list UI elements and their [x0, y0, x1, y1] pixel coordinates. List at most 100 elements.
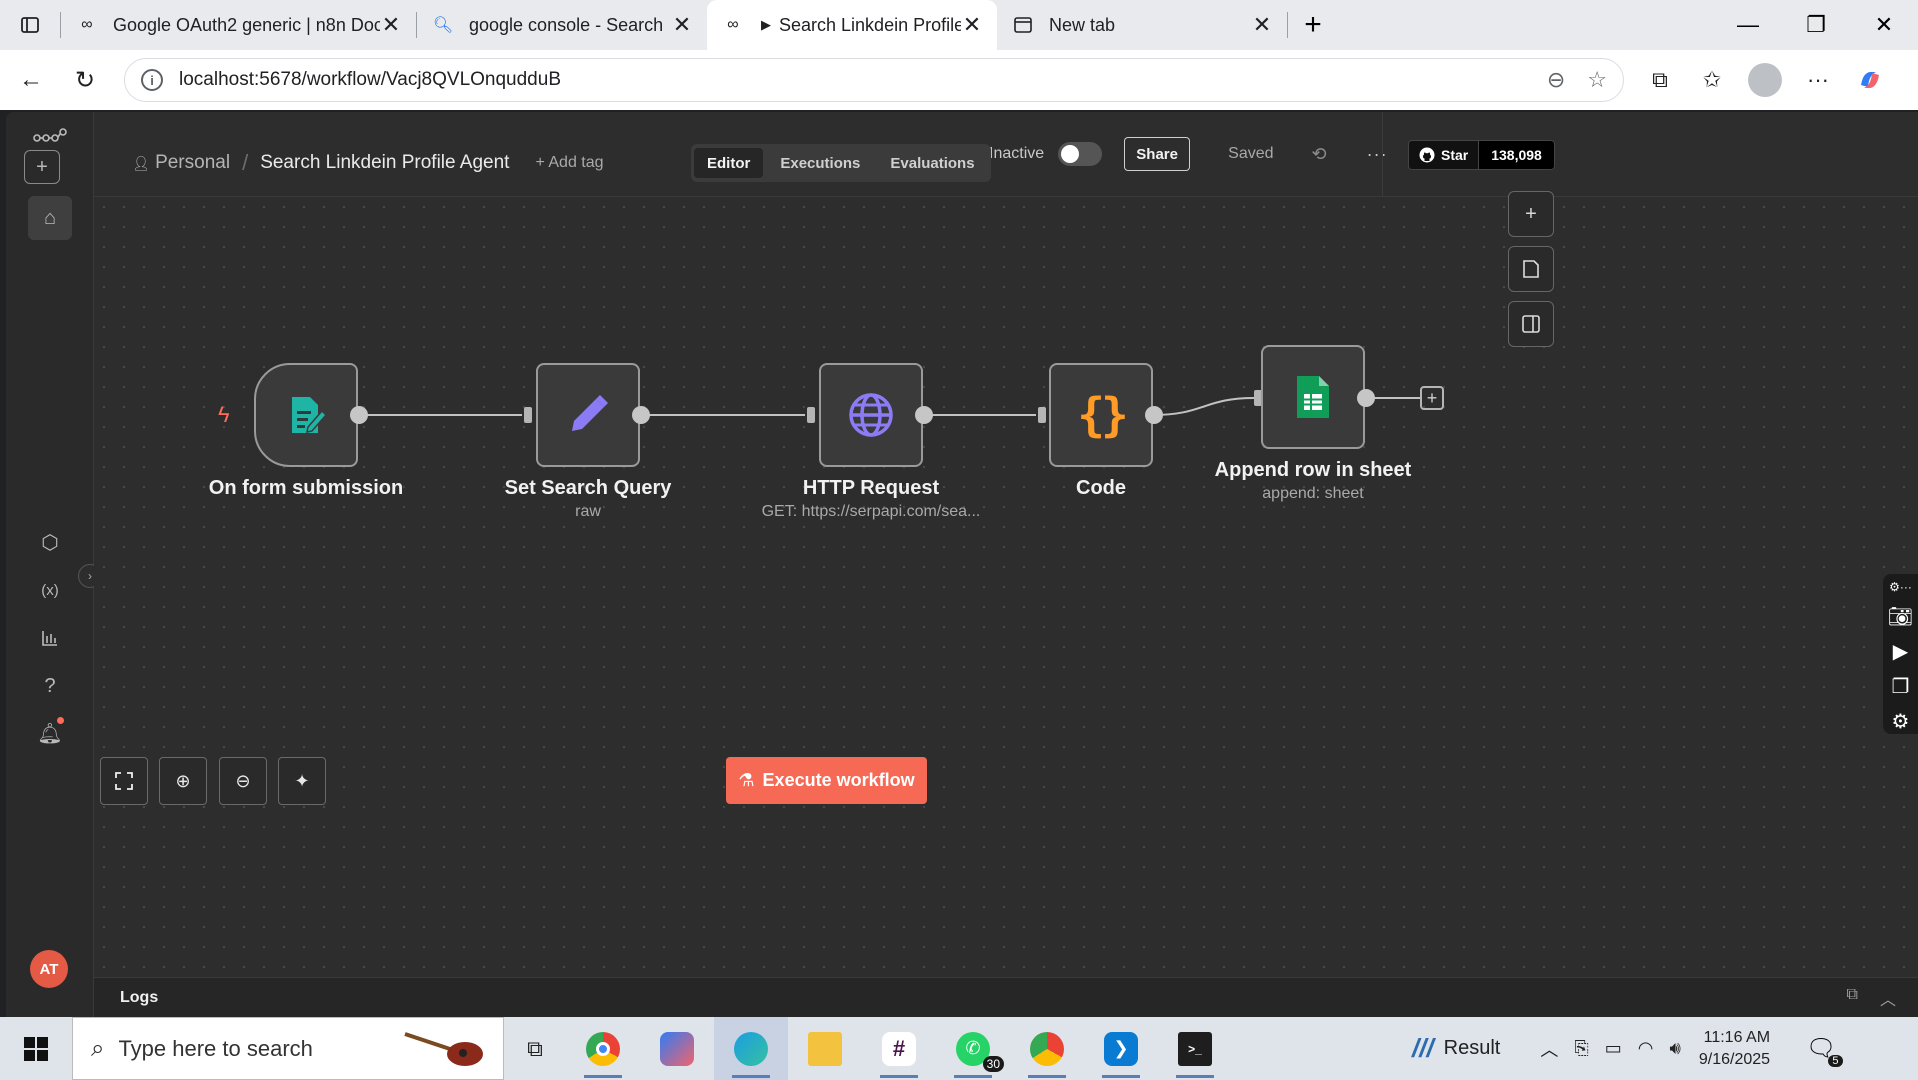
workflow-name[interactable]: Search Linkdein Profile Agent: [260, 152, 509, 174]
node-on-form-submission[interactable]: [254, 363, 358, 467]
sticky-note-button[interactable]: [1508, 246, 1554, 292]
input-handle[interactable]: [524, 407, 532, 423]
device-icon[interactable]: ⎘: [1574, 1038, 1588, 1059]
help-icon[interactable]: ?: [28, 664, 72, 708]
result-widget[interactable]: /// Result: [1412, 1033, 1500, 1064]
file-explorer-icon[interactable]: [788, 1017, 862, 1080]
close-window-icon[interactable]: ✕: [1850, 0, 1918, 50]
volume-icon[interactable]: 🔊︎: [1670, 1038, 1681, 1059]
output-handle[interactable]: [1357, 389, 1375, 407]
chevron-up-icon[interactable]: ︿: [1540, 1036, 1558, 1062]
history-icon[interactable]: ⟲: [1312, 144, 1327, 165]
video-icon[interactable]: ▶: [1893, 639, 1908, 664]
back-icon[interactable]: ←: [8, 66, 54, 94]
settings-more-icon[interactable]: ···: [1792, 67, 1844, 93]
restore-icon[interactable]: ❐: [1782, 0, 1850, 50]
more-icon[interactable]: ⚙···: [1889, 580, 1912, 594]
site-info-icon[interactable]: i: [141, 69, 163, 91]
project-link[interactable]: 👤︎ Personal: [132, 152, 230, 174]
system-clock[interactable]: 11:16 AM 9/16/2025: [1699, 1027, 1770, 1071]
github-star-button[interactable]: Star 138,098: [1408, 140, 1555, 170]
workflow-canvas[interactable]: ϟ On form submission Set Search Query ra…: [94, 191, 1918, 977]
whatsapp-app-icon[interactable]: ✆ 30: [936, 1017, 1010, 1080]
more-options-button[interactable]: ···: [1367, 144, 1388, 165]
tab-editor[interactable]: Editor: [694, 148, 764, 178]
settings-gear-icon[interactable]: ⚙: [1892, 709, 1910, 734]
copilot-icon[interactable]: [1844, 67, 1896, 93]
browser-tab-search[interactable]: 🔍︎ google console - Search ✕: [417, 0, 707, 50]
windows-icon[interactable]: ❐: [1892, 674, 1910, 699]
output-handle[interactable]: [632, 406, 650, 424]
tab-executions[interactable]: Executions: [767, 148, 873, 178]
browser-tab-workflow[interactable]: ∞ ▶ Search Linkdein Profile Agent - ✕: [707, 0, 997, 50]
window-controls: — ❐ ✕: [1714, 0, 1918, 50]
chrome-app-icon[interactable]: [566, 1017, 640, 1080]
share-button[interactable]: Share: [1124, 137, 1191, 171]
zoom-out-button[interactable]: ⊖: [219, 757, 267, 805]
zoom-out-icon[interactable]: ⊖: [1547, 67, 1565, 93]
input-handle[interactable]: [1038, 407, 1046, 423]
output-handle[interactable]: [350, 406, 368, 424]
fit-view-button[interactable]: [100, 757, 148, 805]
chrome-profile-app-icon[interactable]: [1010, 1017, 1084, 1080]
battery-icon[interactable]: ▭: [1605, 1038, 1622, 1059]
toggle-panel-button[interactable]: [1508, 301, 1554, 347]
notifications-bell-icon[interactable]: 🔔︎: [28, 711, 72, 755]
new-tab-button[interactable]: +: [1288, 0, 1338, 50]
chevron-up-icon[interactable]: ︿: [1880, 986, 1896, 1010]
add-next-node-button[interactable]: +: [1420, 386, 1444, 410]
github-star-count: 138,098: [1478, 141, 1554, 169]
active-toggle[interactable]: [1058, 142, 1103, 166]
taskbar-search-input[interactable]: ⌕ Type here to search: [72, 1017, 504, 1080]
close-tab-icon[interactable]: ✕: [380, 12, 402, 38]
reload-icon[interactable]: ↻: [62, 66, 108, 95]
insights-icon[interactable]: [28, 616, 72, 660]
close-tab-icon[interactable]: ✕: [1251, 12, 1273, 38]
node-code[interactable]: {}: [1049, 363, 1153, 467]
vscode-app-icon[interactable]: ❯: [1084, 1017, 1158, 1080]
copilot-app-icon[interactable]: [640, 1017, 714, 1080]
windows-start-icon[interactable]: [0, 1036, 72, 1061]
edge-app-icon[interactable]: [714, 1017, 788, 1080]
url-input[interactable]: i localhost:5678/workflow/Vacj8QVLOnqudd…: [124, 58, 1624, 102]
browser-tab-n8n-docs[interactable]: ∞ Google OAuth2 generic | n8n Doc ✕: [61, 0, 416, 50]
notification-center-icon[interactable]: 🗨︎ 5: [1806, 1034, 1843, 1067]
browser-tab-new[interactable]: New tab ✕: [997, 0, 1287, 50]
close-tab-icon[interactable]: ✕: [671, 12, 693, 38]
zoom-in-button[interactable]: ⊕: [159, 757, 207, 805]
logs-panel[interactable]: Logs ⧉ ︿: [94, 977, 1918, 1017]
search-icon: ⌕: [91, 1034, 105, 1062]
templates-icon[interactable]: ⬡: [28, 520, 72, 564]
profile-avatar[interactable]: [1748, 63, 1782, 97]
favorite-star-icon[interactable]: ☆: [1587, 67, 1607, 93]
user-avatar[interactable]: AT: [30, 950, 68, 988]
node-http-request[interactable]: [819, 363, 923, 467]
minimize-icon[interactable]: —: [1714, 0, 1782, 50]
favorites-icon[interactable]: ✩: [1686, 67, 1738, 93]
add-node-button[interactable]: +: [1508, 191, 1554, 237]
close-tab-icon[interactable]: ✕: [961, 12, 983, 38]
add-tag-button[interactable]: + Add tag: [535, 154, 603, 172]
logs-title: Logs: [120, 988, 159, 1006]
terminal-app-icon[interactable]: >_: [1158, 1017, 1232, 1080]
tidy-up-button[interactable]: ✦: [278, 757, 326, 805]
project-name: Personal: [155, 152, 231, 173]
wifi-icon[interactable]: ◠: [1638, 1038, 1654, 1059]
pop-out-icon[interactable]: ⧉: [1847, 986, 1858, 1010]
tab-evaluations[interactable]: Evaluations: [877, 148, 987, 178]
node-append-row-in-sheet[interactable]: [1261, 345, 1365, 449]
node-set-search-query[interactable]: [536, 363, 640, 467]
tab-actions-icon[interactable]: [0, 0, 60, 50]
extensions-icon[interactable]: ⧉: [1634, 67, 1686, 93]
connection-edge: [1152, 397, 1255, 416]
output-handle[interactable]: [1145, 406, 1163, 424]
output-handle[interactable]: [915, 406, 933, 424]
input-handle[interactable]: [807, 407, 815, 423]
variables-icon[interactable]: (x): [28, 568, 72, 612]
task-view-icon[interactable]: ⧉: [504, 1017, 566, 1080]
home-icon[interactable]: ⌂: [28, 196, 72, 240]
slack-app-icon[interactable]: #: [862, 1017, 936, 1080]
execute-workflow-button[interactable]: ⚗ Execute workflow: [726, 757, 927, 804]
create-button[interactable]: +: [24, 150, 60, 184]
camera-icon[interactable]: 📷︎: [1888, 604, 1913, 629]
